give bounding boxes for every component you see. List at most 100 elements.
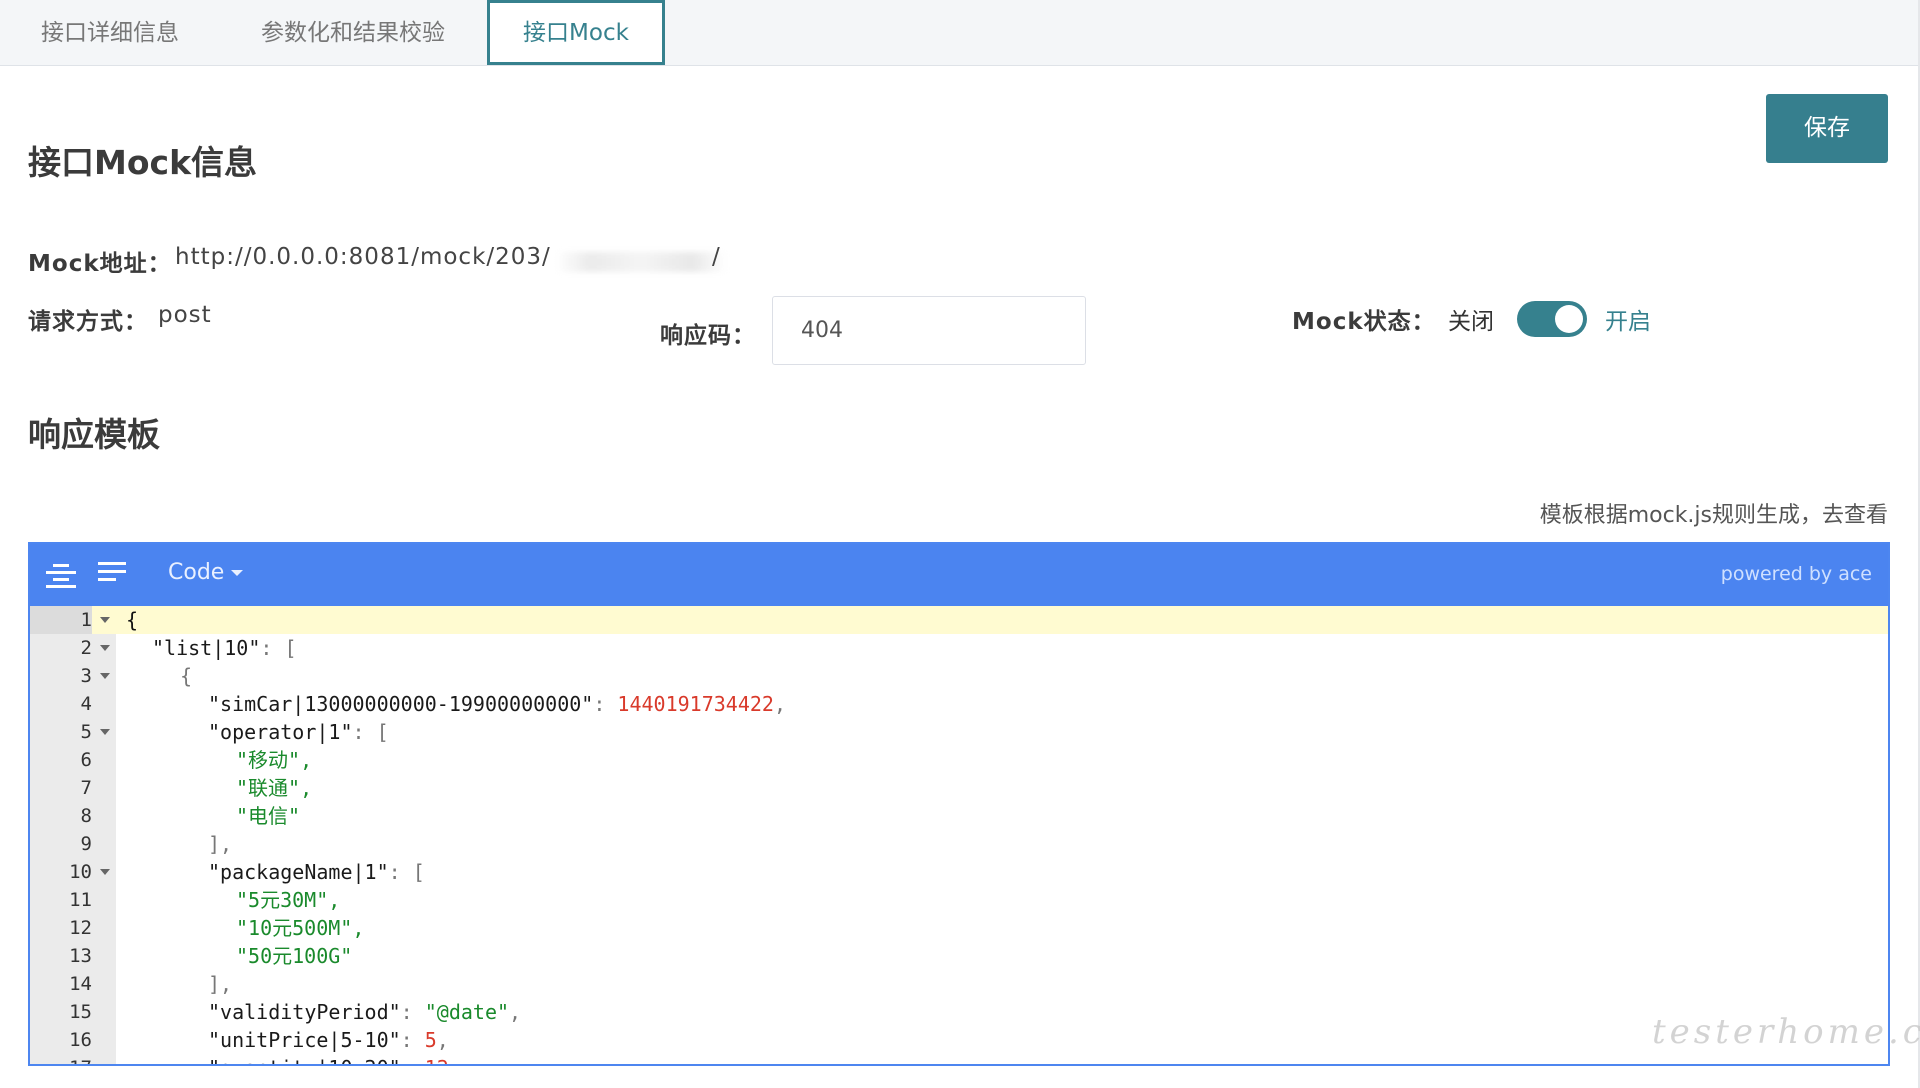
mock-status-label: Mock状态： xyxy=(1292,309,1436,335)
code-line: 4 "simCar|13000000000-19900000000": 14401… xyxy=(30,690,1888,718)
tab-parameterization[interactable]: 参数化和结果校验 xyxy=(228,0,478,66)
line-number: 5 xyxy=(80,721,92,743)
code-string: "10元500M", xyxy=(236,916,365,940)
code-punc: : xyxy=(593,692,618,716)
line-number: 13 xyxy=(69,945,92,967)
save-button[interactable]: 保存 xyxy=(1766,94,1888,163)
code-punc: , xyxy=(509,1000,522,1024)
code-number: 12 xyxy=(425,1056,449,1064)
code-string: "@date" xyxy=(424,1000,510,1024)
fold-icon xyxy=(100,729,110,735)
watermark: testerhome.com xyxy=(1652,1012,1920,1052)
code-line: 3{ xyxy=(30,662,1888,690)
line-number: 10 xyxy=(69,861,92,883)
code-line: 16 "unitPrice|5-10": 5, xyxy=(30,1026,1888,1054)
code-key: "unitPrice|5-10" xyxy=(208,1028,401,1052)
code-string: "移动", xyxy=(236,748,313,772)
mock-info-title: 接口Mock信息 xyxy=(28,143,258,182)
code-line: 7 "联通", xyxy=(30,774,1888,802)
mock-address-label: Mock地址： xyxy=(28,251,172,277)
compact-icon[interactable] xyxy=(98,562,128,588)
line-number: 14 xyxy=(69,973,92,995)
code-punc: : [ xyxy=(388,860,425,884)
line-number: 6 xyxy=(80,749,92,771)
format-icon[interactable] xyxy=(46,562,76,588)
code-punc: , xyxy=(773,692,786,716)
response-template-title: 响应模板 xyxy=(28,415,160,454)
code-line: 12 "10元500M", xyxy=(30,914,1888,942)
code-line: 13 "50元100G" xyxy=(30,942,1888,970)
line-number: 7 xyxy=(80,777,92,799)
code-line: 14], xyxy=(30,970,1888,998)
code-editor[interactable]: Code powered by ace 1{ 2 "list|10": [ 3{ … xyxy=(28,542,1890,1066)
code-line: 10 "packageName|1": [ xyxy=(30,858,1888,886)
code-punc: : xyxy=(400,1028,425,1052)
mockjs-rules-link[interactable]: 模板根据mock.js规则生成，去查看 xyxy=(1540,497,1888,529)
request-method-value: post xyxy=(158,302,212,328)
tab-interface-details[interactable]: 接口详细信息 xyxy=(12,0,208,66)
chevron-down-icon xyxy=(231,570,244,576)
code-string: "50元100G" xyxy=(236,944,353,968)
mock-address-value: http://0.0.0.0:8081/mock/203/ xyxy=(175,244,551,270)
code-key: "simCar|13000000000-19900000000" xyxy=(208,692,594,716)
code-punc: : [ xyxy=(260,636,297,660)
line-number: 9 xyxy=(80,833,92,855)
line-number: 4 xyxy=(80,693,92,715)
mock-address-tail: / xyxy=(712,244,721,270)
request-method-label: 请求方式： xyxy=(28,309,148,335)
code-punc: : xyxy=(400,1000,425,1024)
code-string: "5元30M", xyxy=(236,888,341,912)
code-punc: : xyxy=(401,1056,425,1064)
code-string: "电信" xyxy=(236,804,301,828)
fold-icon xyxy=(100,673,110,679)
line-number: 11 xyxy=(69,889,92,911)
code-lines[interactable]: 1{ 2 "list|10": [ 3{ 4 "simCar|13000000000… xyxy=(30,606,1888,1064)
code-punc: ], xyxy=(208,972,233,996)
code-punc: ], xyxy=(208,832,233,856)
line-number: 17 xyxy=(30,1054,92,1064)
code-mode-label: Code xyxy=(168,560,225,585)
line-number: 3 xyxy=(80,665,92,687)
status-code-label: 响应码： xyxy=(660,323,756,349)
line-number: 8 xyxy=(80,805,92,827)
code-mode-menu[interactable]: Code xyxy=(168,560,244,585)
code-line: 5 "operator|1": [ xyxy=(30,718,1888,746)
code-line: 1{ xyxy=(30,606,1888,634)
fold-icon xyxy=(100,645,110,651)
line-number: 12 xyxy=(69,917,92,939)
code-text: { xyxy=(126,608,139,632)
code-line: 2 "list|10": [ xyxy=(30,634,1888,662)
fold-icon xyxy=(100,617,110,623)
code-key: "quantity|10-20" xyxy=(208,1056,401,1064)
toggle-on-label: 开启 xyxy=(1605,309,1651,335)
line-number: 1 xyxy=(30,606,92,634)
line-number: 16 xyxy=(69,1029,92,1051)
code-line: 15 "validityPeriod": "@date", xyxy=(30,998,1888,1026)
powered-by-label: powered by ace xyxy=(1720,563,1872,585)
fold-icon xyxy=(100,869,110,875)
status-code-input[interactable]: 404 xyxy=(772,296,1086,365)
code-text: { xyxy=(180,664,193,688)
line-number: 2 xyxy=(80,637,92,659)
editor-toolbar: Code powered by ace xyxy=(30,544,1888,606)
redacted-path xyxy=(556,252,726,272)
code-line: 6 "移动", xyxy=(30,746,1888,774)
code-punc: , xyxy=(436,1028,449,1052)
code-line: 11 "5元30M", xyxy=(30,886,1888,914)
code-key: "operator|1" xyxy=(208,720,353,744)
line-number: 15 xyxy=(69,1001,92,1023)
code-line: 8 "电信" xyxy=(30,802,1888,830)
code-key: "validityPeriod" xyxy=(208,1000,401,1024)
code-key: "packageName|1" xyxy=(208,860,389,884)
code-line: 17 "quantity|10-20": 12 xyxy=(30,1054,1888,1064)
toggle-off-label: 关闭 xyxy=(1448,309,1494,335)
mock-status-switch[interactable] xyxy=(1517,301,1587,337)
tab-bar: 接口详细信息 参数化和结果校验 接口Mock xyxy=(0,0,1918,66)
code-number: 1440191734422 xyxy=(617,692,774,716)
code-number: 5 xyxy=(424,1028,437,1052)
code-string: "联通", xyxy=(236,776,313,800)
code-punc: : [ xyxy=(352,720,389,744)
code-line: 9], xyxy=(30,830,1888,858)
tab-interface-mock[interactable]: 接口Mock xyxy=(487,0,665,65)
switch-knob xyxy=(1555,305,1583,333)
